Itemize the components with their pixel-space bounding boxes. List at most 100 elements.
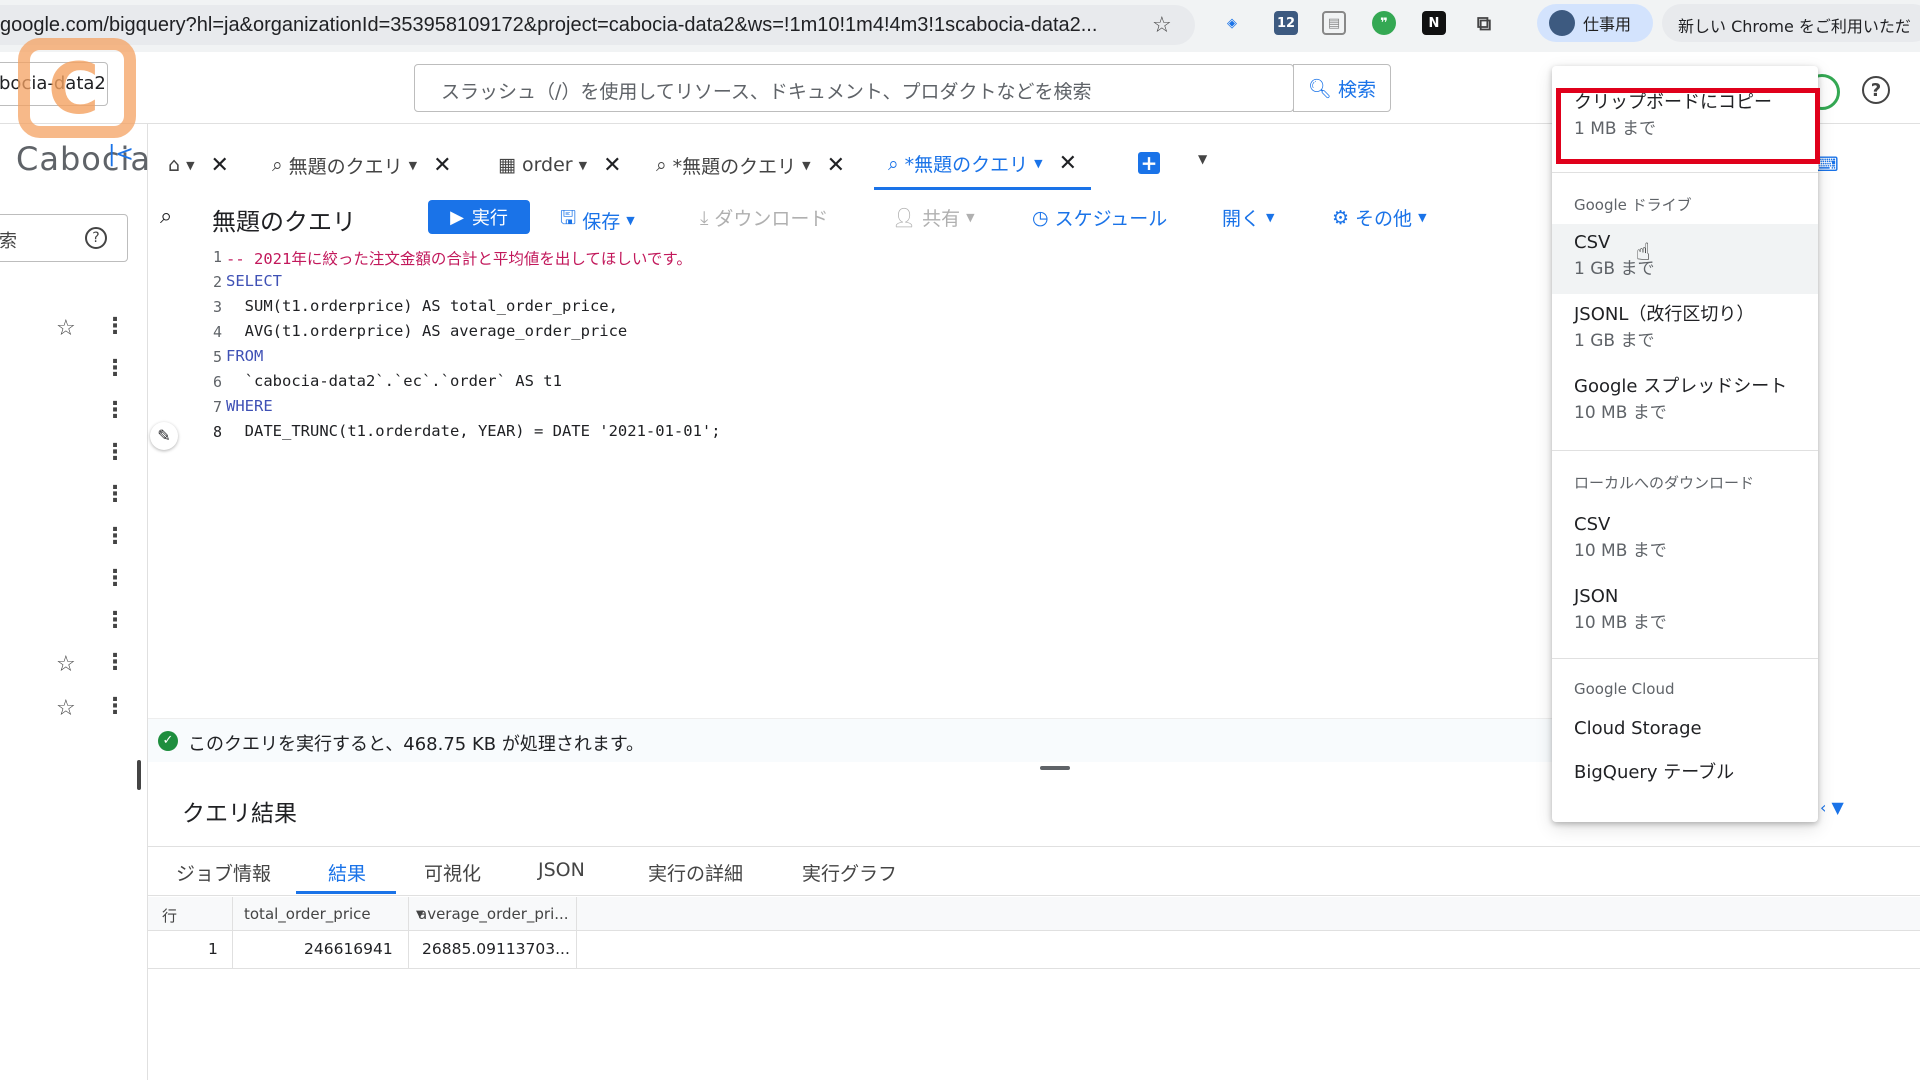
table-cell[interactable]: 246616941 — [304, 940, 393, 958]
line-number: 6 — [212, 373, 222, 391]
star-icon[interactable]: ☆ — [56, 316, 76, 341]
tab-query-2[interactable]: ⌕ *無題のクエリ ▼ ✕ — [656, 140, 845, 190]
menu-item-drive-jsonl[interactable]: JSONL（改行区切り） 1 GB まで — [1552, 302, 1818, 354]
chevron-left-icon[interactable]: ‹ ▼ — [1820, 798, 1844, 817]
tag-extension-icon[interactable]: ◈ — [1220, 11, 1244, 35]
search-button[interactable]: 🔍︎ 検索 — [1293, 64, 1391, 112]
reader-extension-icon[interactable]: ▤ — [1322, 11, 1346, 35]
play-icon: ▶ — [450, 206, 464, 228]
close-icon[interactable]: ✕ — [211, 153, 229, 178]
browser-toolbar: google.com/bigquery?hl=ja&organizationId… — [0, 0, 1920, 52]
code-line[interactable]: FROM — [226, 347, 263, 365]
schedule-button[interactable]: ◷ スケジュール — [1032, 204, 1167, 231]
menu-item-local-csv[interactable]: CSV 10 MB まで — [1552, 512, 1818, 564]
explorer-help-icon[interactable]: ? — [85, 227, 107, 249]
help-icon[interactable]: ? — [1862, 76, 1890, 104]
sql-editor[interactable]: 1 2 3 4 5 6 7 8 -- 2021年に絞った注文金額の合計と平均値を… — [148, 242, 1648, 718]
tab-home[interactable]: ⌂ ▼ ✕ — [168, 140, 229, 190]
menu-item-drive-csv[interactable]: CSV 1 GB まで — [1552, 224, 1818, 294]
close-icon[interactable]: ✕ — [1059, 151, 1077, 176]
query-icon: ⌕ — [888, 152, 899, 175]
tab-execution-details[interactable]: 実行の詳細 — [648, 859, 743, 886]
menu-item-bigquery-table[interactable]: BigQuery テーブル — [1552, 760, 1818, 786]
search-input[interactable]: スラッシュ（/）を使用してリソース、ドキュメント、プロダクトなどを検索 — [414, 64, 1294, 112]
query-icon: ⌕ — [272, 154, 283, 176]
column-divider[interactable] — [232, 897, 233, 969]
column-header[interactable]: 行 — [162, 905, 177, 926]
code-line[interactable]: -- 2021年に絞った注文金額の合計と平均値を出してほしいです。 — [226, 247, 692, 269]
profile-chip[interactable]: 仕事用 — [1537, 4, 1653, 42]
kebab-menu-icon[interactable]: ⋮ — [104, 694, 126, 719]
column-divider[interactable] — [576, 897, 577, 969]
kebab-menu-icon[interactable]: ⋮ — [104, 482, 126, 507]
chrome-update-notice[interactable]: 新しい Chrome をご利用いただ — [1662, 4, 1920, 42]
kebab-menu-icon[interactable]: ⋮ — [104, 440, 126, 465]
active-tab-indicator — [296, 891, 396, 894]
kebab-menu-icon[interactable]: ⋮ — [104, 566, 126, 591]
schedule-label: スケジュール — [1054, 208, 1168, 230]
quote-extension-icon[interactable]: ❞ — [1372, 11, 1396, 35]
explorer-search-input[interactable]: 索 ? — [0, 214, 128, 262]
code-line[interactable]: `cabocia-data2`.`ec`.`order` AS t1 — [226, 372, 562, 390]
column-header[interactable]: average_order_pri... — [418, 905, 569, 923]
puzzle-extensions-icon[interactable]: ⧉ — [1472, 11, 1496, 35]
kebab-menu-icon[interactable]: ⋮ — [104, 650, 126, 675]
save-button[interactable]: 🖫 保存 ▼ — [560, 204, 635, 236]
code-line[interactable]: AVG(t1.orderprice) AS average_order_pric… — [226, 322, 628, 340]
kebab-menu-icon[interactable]: ⋮ — [104, 398, 126, 423]
magic-wand-icon[interactable]: ✎ — [150, 422, 178, 450]
search-button-label: 検索 — [1338, 78, 1377, 101]
tab-visualize[interactable]: 可視化 — [424, 859, 481, 886]
tab-query-1[interactable]: ⌕ 無題のクエリ ▼ ✕ — [272, 140, 452, 190]
logo-letter: C — [48, 48, 100, 130]
url-text[interactable]: google.com/bigquery?hl=ja&organizationId… — [0, 14, 1097, 37]
code-line[interactable]: SUM(t1.orderprice) AS total_order_price, — [226, 297, 618, 315]
close-icon[interactable]: ✕ — [433, 153, 451, 178]
menu-divider — [1552, 450, 1818, 451]
open-button[interactable]: 開く ▼ — [1222, 204, 1274, 231]
table-cell[interactable]: 26885.09113703... — [422, 940, 570, 958]
notion-extension-icon[interactable]: N — [1422, 11, 1446, 35]
address-bar[interactable]: google.com/bigquery?hl=ja&organizationId… — [0, 5, 1195, 45]
tab-execution-graph[interactable]: 実行グラフ — [802, 859, 897, 886]
hand-pointer-icon: ☝ — [1636, 238, 1651, 266]
search-placeholder: スラッシュ（/）を使用してリソース、ドキュメント、プロダクトなどを検索 — [441, 81, 1092, 103]
download-button[interactable]: ⤓ ダウンロード — [700, 204, 828, 231]
kebab-menu-icon[interactable]: ⋮ — [104, 608, 126, 633]
kebab-menu-icon[interactable]: ⋮ — [104, 524, 126, 549]
code-line[interactable]: WHERE — [226, 397, 273, 415]
column-divider[interactable] — [408, 897, 409, 969]
close-icon[interactable]: ✕ — [827, 153, 845, 178]
panel-scrollbar[interactable] — [137, 760, 141, 790]
download-label: ダウンロード — [714, 208, 829, 230]
add-tab-button[interactable]: + — [1138, 152, 1160, 174]
code-line[interactable]: SELECT — [226, 272, 282, 290]
code-line[interactable]: DATE_TRUNC(t1.orderdate, YEAR) = DATE '2… — [226, 422, 721, 440]
chevron-down-icon[interactable]: ▼ — [1198, 152, 1207, 166]
menu-item-cloud-storage[interactable]: Cloud Storage — [1552, 716, 1818, 742]
chevron-down-icon: ▼ — [626, 213, 635, 227]
query-validator: ✓ このクエリを実行すると、468.75 KB が処理されます。 — [148, 718, 1648, 762]
tab-order[interactable]: ▦ order ▼ ✕ — [498, 140, 622, 190]
collapse-panel-icon[interactable]: |< — [108, 142, 134, 167]
kebab-menu-icon[interactable]: ⋮ — [104, 314, 126, 339]
kebab-menu-icon[interactable]: ⋮ — [104, 356, 126, 381]
more-button[interactable]: ⚙ その他 ▼ — [1332, 204, 1427, 231]
menu-item-drive-sheets[interactable]: Google スプレッドシート 10 MB まで — [1552, 374, 1818, 426]
close-icon[interactable]: ✕ — [603, 153, 621, 178]
extension-badge-icon[interactable]: 12 — [1274, 11, 1298, 35]
tab-job-info[interactable]: ジョブ情報 — [176, 859, 271, 886]
star-icon[interactable]: ☆ — [56, 696, 76, 721]
share-button[interactable]: 👤︎ 共有 ▼ — [892, 204, 975, 231]
results-title: クエリ結果 — [182, 801, 297, 827]
star-icon[interactable]: ☆ — [56, 652, 76, 677]
column-header[interactable]: total_order_price — [244, 905, 371, 923]
menu-item-local-json[interactable]: JSON 10 MB まで — [1552, 584, 1818, 636]
panel-resize-handle[interactable] — [1040, 766, 1070, 770]
run-button[interactable]: ▶ 実行 — [428, 200, 530, 234]
tab-query-3[interactable]: ⌕ *無題のクエリ ▼ ✕ — [874, 140, 1092, 190]
tab-results[interactable]: 結果 — [328, 859, 366, 886]
bookmark-star-icon[interactable]: ☆ — [1152, 13, 1172, 38]
brand-logo: C — [18, 38, 136, 138]
tab-json[interactable]: JSON — [538, 859, 585, 881]
